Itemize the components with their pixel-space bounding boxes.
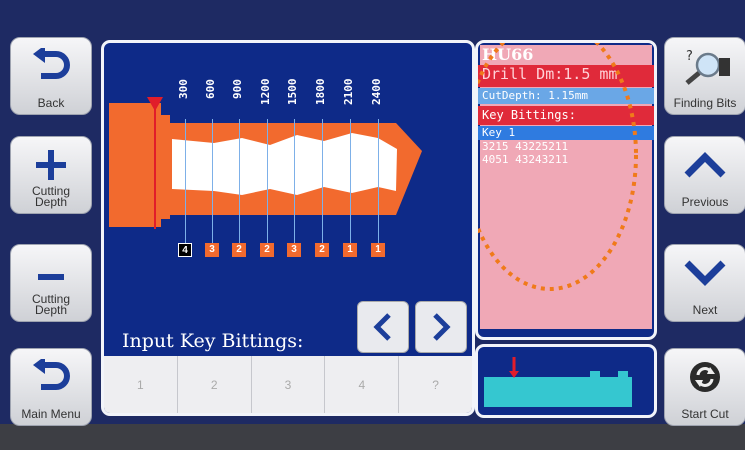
next-label: Next bbox=[692, 303, 718, 317]
bitting-badge[interactable]: 3 bbox=[205, 243, 219, 257]
chevron-left-icon bbox=[373, 313, 391, 341]
depth-line bbox=[212, 119, 213, 251]
next-button[interactable]: Next bbox=[664, 244, 745, 322]
depth-line bbox=[267, 119, 268, 251]
back-arrow-icon bbox=[11, 44, 91, 88]
finding-bits-label: Finding Bits bbox=[673, 96, 737, 110]
main-menu-label: Main Menu bbox=[21, 407, 81, 421]
depth-line bbox=[185, 119, 186, 251]
bitting-input-cell[interactable]: 3 bbox=[251, 356, 326, 413]
highlight-ellipse-annotation bbox=[478, 43, 638, 291]
magnifier-icon: ? bbox=[665, 44, 745, 88]
cut-preview-graphic bbox=[484, 357, 632, 407]
cutting-depth-increase-button[interactable]: Cutting Depth bbox=[10, 136, 92, 214]
bitting-badge[interactable]: 2 bbox=[232, 243, 246, 257]
bitting-badge-selected[interactable]: 4 bbox=[178, 243, 192, 257]
bitting-input-cell[interactable]: ? bbox=[399, 356, 472, 413]
main-menu-arrow-icon bbox=[11, 355, 91, 399]
bitting-badge[interactable]: 1 bbox=[343, 243, 357, 257]
plus-icon bbox=[11, 143, 91, 187]
previous-button[interactable]: Previous bbox=[664, 136, 745, 214]
input-key-bittings-label: Input Key Bittings: bbox=[122, 330, 304, 352]
depth-line bbox=[378, 119, 379, 251]
bitting-input-cell[interactable]: 1 bbox=[104, 356, 178, 413]
main-menu-button[interactable]: Main Menu bbox=[10, 348, 92, 426]
back-label: Back bbox=[37, 96, 65, 110]
bitting-input-cell[interactable]: 2 bbox=[177, 356, 252, 413]
previous-bit-button[interactable] bbox=[357, 301, 409, 353]
key-blade-graphic bbox=[109, 97, 422, 229]
bitting-badge[interactable]: 1 bbox=[371, 243, 385, 257]
chevron-up-icon bbox=[665, 143, 745, 187]
key-info-panel: HU66 Drill Dm:1.5 mm CutDepth: 1.15mm Ke… bbox=[475, 40, 657, 340]
depth-line bbox=[239, 119, 240, 251]
finding-bits-button[interactable]: ? Finding Bits bbox=[664, 37, 745, 115]
svg-text:?: ? bbox=[686, 49, 693, 64]
minus-icon bbox=[11, 251, 91, 295]
cutting-depth-decrease-button[interactable]: Cutting Depth bbox=[10, 244, 92, 322]
chevron-down-icon bbox=[665, 251, 745, 295]
depth-line bbox=[350, 119, 351, 251]
refresh-icon bbox=[665, 355, 745, 399]
cutting-depth-decrease-label: Cutting Depth bbox=[31, 292, 71, 317]
start-cut-button[interactable]: Start Cut bbox=[664, 348, 745, 426]
bitting-input-cell[interactable]: 4 bbox=[325, 356, 400, 413]
chevron-right-icon bbox=[433, 313, 451, 341]
bottom-bar bbox=[0, 424, 745, 450]
bitting-badge[interactable]: 2 bbox=[315, 243, 329, 257]
depth-line bbox=[294, 119, 295, 251]
bitting-input-row: 1 2 3 4 ? bbox=[104, 356, 472, 413]
start-cut-label: Start Cut bbox=[681, 407, 729, 421]
cutting-depth-increase-label: Cutting Depth bbox=[31, 184, 71, 209]
back-button[interactable]: Back bbox=[10, 37, 92, 115]
key-diagram-panel: 300 600 900 1200 1500 1800 2100 2400 4 3… bbox=[101, 40, 475, 416]
bitting-badge[interactable]: 3 bbox=[287, 243, 301, 257]
next-bit-button[interactable] bbox=[415, 301, 467, 353]
depth-line bbox=[322, 119, 323, 251]
cut-preview-panel bbox=[475, 344, 657, 418]
bitting-badge[interactable]: 2 bbox=[260, 243, 274, 257]
previous-label: Previous bbox=[681, 195, 729, 209]
